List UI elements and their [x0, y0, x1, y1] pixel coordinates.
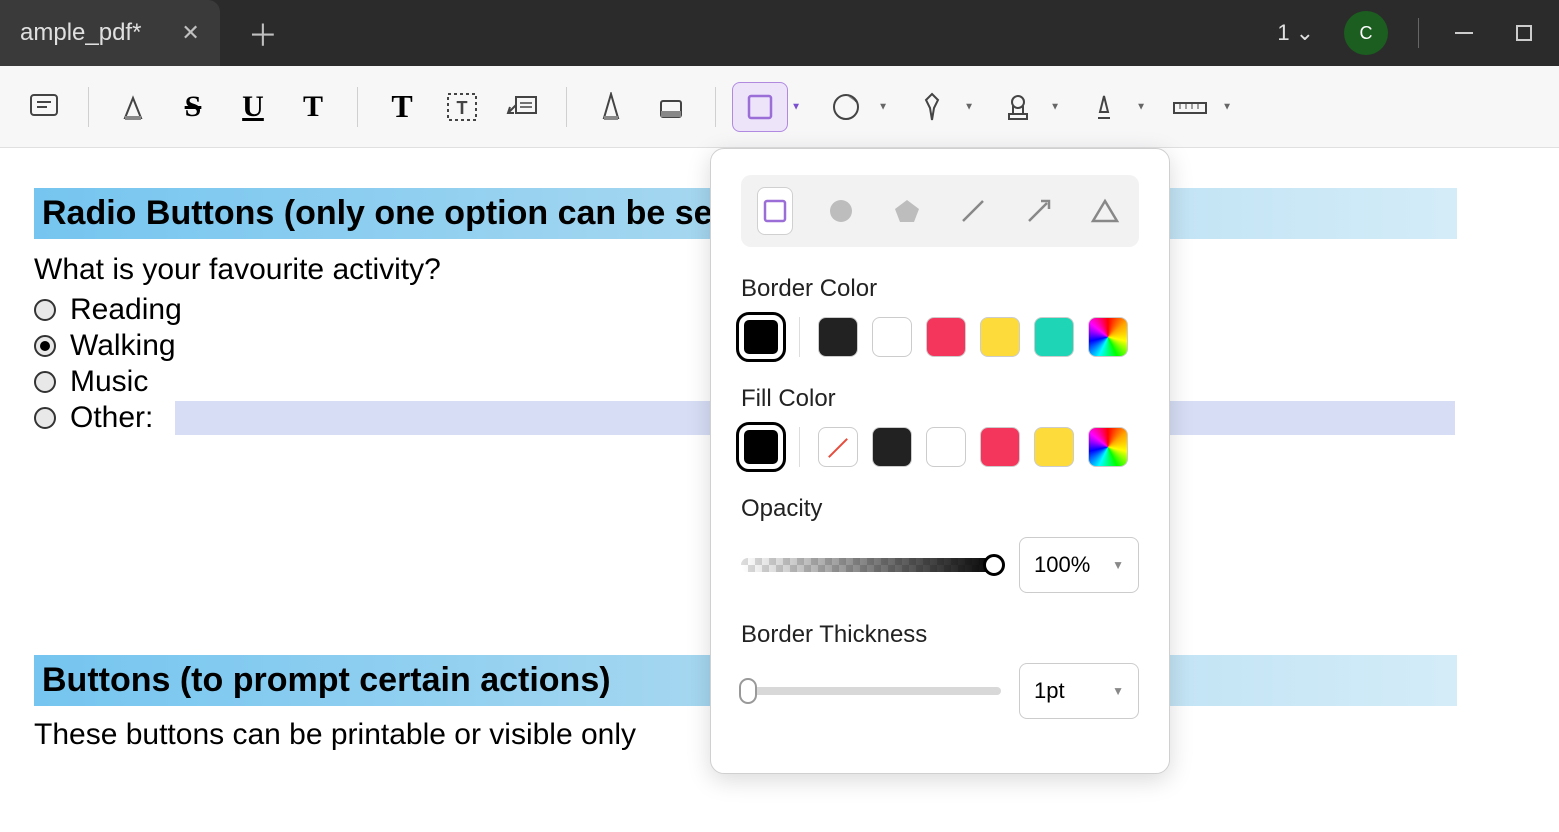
chevron-down-icon: ▼ — [964, 101, 974, 112]
fill-color-swatches — [741, 427, 1139, 467]
eraser-tool[interactable] — [643, 82, 699, 132]
text-box-tool[interactable]: T — [434, 82, 490, 132]
chevron-down-icon: ▼ — [1136, 101, 1146, 112]
shape-arrow[interactable] — [1021, 187, 1057, 235]
pencil-tool[interactable] — [583, 82, 639, 132]
close-tab-icon[interactable]: ✕ — [181, 20, 199, 46]
border-color-swatches — [741, 317, 1139, 357]
underline-tool[interactable]: U — [225, 82, 281, 132]
separator — [566, 87, 567, 127]
swatch-dark[interactable] — [872, 427, 912, 467]
border-color-label: Border Color — [741, 275, 1139, 303]
swatch-none[interactable] — [818, 427, 858, 467]
radio-icon[interactable] — [34, 371, 56, 393]
swatch-red[interactable] — [980, 427, 1020, 467]
swatch-custom[interactable] — [1088, 317, 1128, 357]
divider — [1418, 18, 1419, 48]
highlighter-tool[interactable] — [105, 82, 161, 132]
annotation-toolbar: S U T T T ▼ ▼ ▼ — [0, 66, 1559, 148]
swatch-teal[interactable] — [1034, 317, 1074, 357]
slider-thumb[interactable] — [739, 678, 757, 704]
shape-tool[interactable]: ▼ — [732, 82, 788, 132]
separator — [357, 87, 358, 127]
chevron-down-icon: ▼ — [1222, 101, 1232, 112]
shape-polygon[interactable] — [889, 187, 925, 235]
thickness-value-select[interactable]: 1pt ▼ — [1019, 663, 1139, 719]
tab-title: ample_pdf* — [20, 19, 141, 47]
chevron-down-icon: ▼ — [878, 101, 888, 112]
stamp-tool[interactable]: ▼ — [990, 82, 1046, 132]
document-tab[interactable]: ample_pdf* ✕ — [0, 0, 220, 66]
thickness-label: Border Thickness — [741, 621, 1139, 649]
pin-tool[interactable]: ▼ — [904, 82, 960, 132]
thickness-slider[interactable] — [741, 687, 1001, 695]
radio-icon[interactable] — [34, 407, 56, 429]
separator — [799, 427, 800, 467]
swatch-yellow[interactable] — [1034, 427, 1074, 467]
swatch-yellow[interactable] — [980, 317, 1020, 357]
chevron-down-icon: ▼ — [1050, 101, 1060, 112]
radio-label: Reading — [70, 293, 182, 327]
squiggly-tool[interactable]: T — [285, 82, 341, 132]
strikethrough-tool[interactable]: S — [165, 82, 221, 132]
swatch-white[interactable] — [872, 317, 912, 357]
shape-triangle[interactable] — [1087, 187, 1123, 235]
radio-icon[interactable] — [34, 299, 56, 321]
page-counter[interactable]: 1 ⌄ — [1277, 20, 1314, 46]
area-tool[interactable]: ▼ — [818, 82, 874, 132]
opacity-slider[interactable] — [741, 558, 1001, 572]
radio-icon[interactable] — [34, 335, 56, 357]
swatch-black[interactable] — [741, 317, 781, 357]
separator — [715, 87, 716, 127]
shape-picker — [741, 175, 1139, 247]
separator — [799, 317, 800, 357]
radio-label: Music — [70, 365, 148, 399]
radio-label: Walking — [70, 329, 176, 363]
opacity-label: Opacity — [741, 495, 1139, 523]
svg-text:T: T — [457, 98, 468, 118]
comment-tool[interactable] — [16, 82, 72, 132]
shape-rectangle[interactable] — [757, 187, 793, 235]
shape-circle[interactable] — [823, 187, 859, 235]
swatch-red[interactable] — [926, 317, 966, 357]
measure-tool[interactable]: ▼ — [1162, 82, 1218, 132]
chevron-down-icon: ▼ — [791, 101, 801, 112]
minimize-button[interactable] — [1449, 18, 1479, 48]
chevron-down-icon: ▼ — [1112, 684, 1124, 698]
maximize-button[interactable] — [1509, 18, 1539, 48]
text-tool[interactable]: T — [374, 82, 430, 132]
user-avatar[interactable]: C — [1344, 11, 1388, 55]
separator — [88, 87, 89, 127]
shape-properties-popup: Border Color Fill Color Opacity 100% ▼ B… — [710, 148, 1170, 774]
swatch-dark[interactable] — [818, 317, 858, 357]
fill-color-label: Fill Color — [741, 385, 1139, 413]
sign-tool[interactable]: ▼ — [1076, 82, 1132, 132]
swatch-black[interactable] — [741, 427, 781, 467]
swatch-white[interactable] — [926, 427, 966, 467]
radio-label: Other: — [70, 401, 153, 435]
new-tab-button[interactable]: ＋ — [248, 11, 278, 55]
shape-line[interactable] — [955, 187, 991, 235]
chevron-down-icon: ⌄ — [1296, 20, 1314, 46]
titlebar: ample_pdf* ✕ ＋ 1 ⌄ C — [0, 0, 1559, 66]
opacity-value-select[interactable]: 100% ▼ — [1019, 537, 1139, 593]
callout-tool[interactable] — [494, 82, 550, 132]
chevron-down-icon: ▼ — [1112, 558, 1124, 572]
slider-thumb[interactable] — [983, 554, 1005, 576]
swatch-custom[interactable] — [1088, 427, 1128, 467]
